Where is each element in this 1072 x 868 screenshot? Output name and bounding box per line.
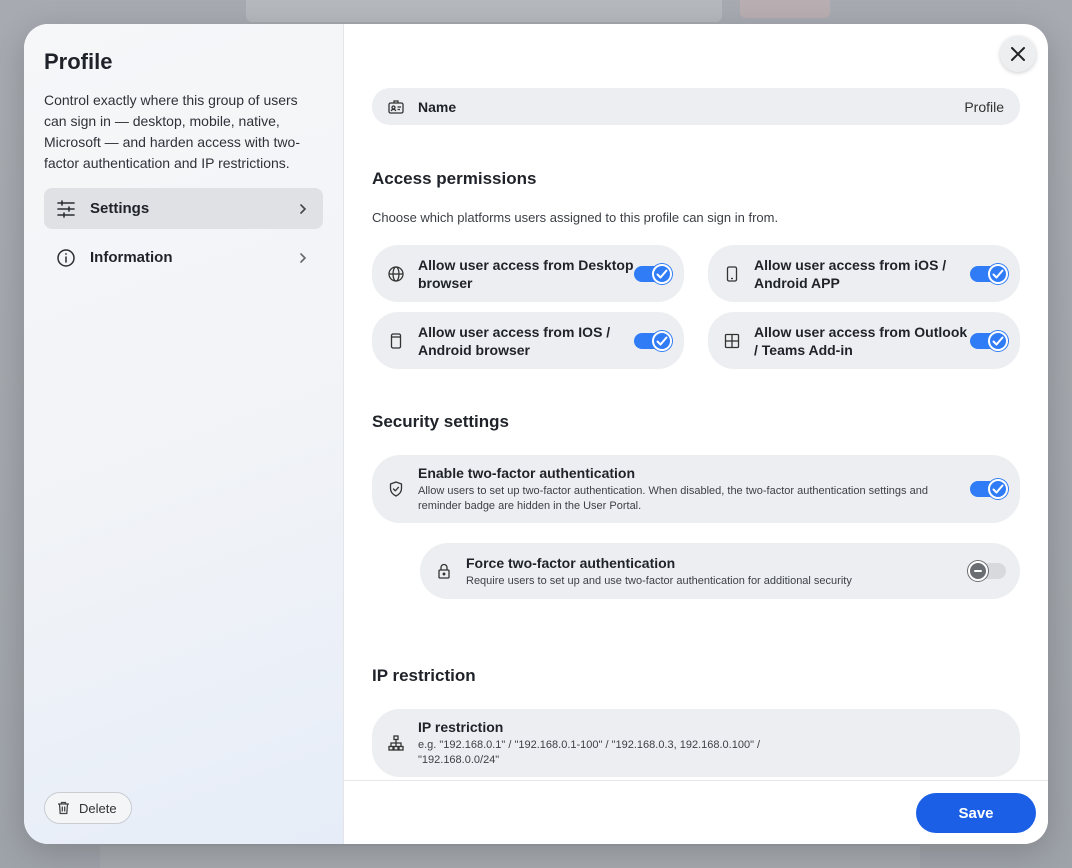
sidebar-item-label: Information [90, 249, 173, 266]
globe-icon [388, 265, 404, 282]
background-pill [740, 0, 830, 18]
permission-desktop-browser[interactable]: Allow user access from Desktop browser [372, 245, 684, 302]
profile-modal: Profile Control exactly where this group… [24, 24, 1048, 844]
id-card-icon [388, 99, 404, 115]
modal-footer: Save [344, 780, 1048, 844]
name-value: Profile [964, 98, 1004, 115]
permission-label: Allow user access from IOS / Android bro… [418, 323, 611, 358]
phone-icon [724, 265, 740, 282]
delete-button[interactable]: Delete [44, 792, 132, 824]
minus-icon [968, 561, 988, 581]
background-bottom-bar [100, 846, 920, 868]
check-icon [988, 330, 1008, 351]
two-factor-title: Enable two-factor authentication [418, 465, 636, 481]
permission-toggle[interactable] [970, 330, 1008, 351]
ip-restriction-row[interactable]: IP restriction e.g. "192.168.0.1" / "192… [372, 709, 1020, 777]
ip-restriction-hint: e.g. "192.168.0.1" / "192.168.0.1-100" /… [418, 739, 761, 766]
ip-restriction-title: IP restriction [372, 666, 476, 685]
sidebar-description: Control exactly where this group of user… [44, 92, 300, 171]
name-label: Name [418, 98, 457, 115]
force-two-factor-toggle[interactable] [968, 561, 1006, 581]
modal-main: Name Profile Access permissions Choose w… [344, 24, 1048, 844]
sidebar-title: Profile [44, 49, 113, 74]
lock-icon [436, 563, 452, 579]
sidebar-item-label: Settings [90, 200, 150, 217]
two-factor-row[interactable]: Enable two-factor authentication Allow u… [372, 455, 1020, 523]
access-permissions-description: Choose which platforms users assigned to… [372, 210, 779, 225]
check-icon [652, 263, 672, 284]
two-factor-text: Enable two-factor authentication Allow u… [418, 464, 970, 514]
permission-label: Allow user access from Desktop browser [418, 256, 634, 291]
name-row[interactable]: Name Profile [372, 88, 1020, 125]
trash-icon [57, 801, 71, 815]
ip-restriction-text: IP restriction e.g. "192.168.0.1" / "192… [418, 718, 1006, 768]
delete-button-label: Delete [79, 800, 117, 816]
permission-ios-android-browser[interactable]: Allow user access from IOS / Android bro… [372, 312, 684, 369]
permission-label: Allow user access from iOS / Android APP [754, 256, 947, 291]
phone-browser-icon [388, 332, 404, 349]
save-button[interactable]: Save [916, 793, 1036, 833]
access-permissions-grid: Allow user access from Desktop browser A… [372, 245, 1020, 369]
force-two-factor-text: Force two-factor authentication Require … [466, 554, 970, 589]
force-two-factor-row[interactable]: Force two-factor authentication Require … [420, 543, 1020, 599]
check-icon [652, 330, 672, 351]
check-icon [988, 479, 1008, 499]
access-permissions-title: Access permissions [372, 169, 537, 188]
force-two-factor-title: Force two-factor authentication [466, 554, 676, 571]
sidebar-item-information[interactable]: Information [44, 237, 323, 278]
background-search-bar [246, 0, 722, 22]
sidebar-item-settings[interactable]: Settings [44, 188, 323, 229]
security-settings-title: Security settings [372, 412, 509, 431]
permission-toggle[interactable] [634, 330, 672, 351]
permission-ios-android-app[interactable]: Allow user access from iOS / Android APP [708, 245, 1020, 302]
shield-check-icon [388, 481, 404, 497]
network-icon [388, 735, 404, 751]
chevron-right-icon [295, 250, 311, 266]
permission-outlook-teams[interactable]: Allow user access from Outlook / Teams A… [708, 312, 1020, 369]
permission-label: Allow user access from Outlook / Teams A… [754, 323, 968, 358]
sliders-icon [56, 199, 76, 219]
modal-sidebar: Profile Control exactly where this group… [24, 24, 344, 844]
two-factor-toggle[interactable] [970, 479, 1008, 499]
grid-icon [724, 333, 740, 349]
check-icon [988, 263, 1008, 284]
ip-restriction-row-title: IP restriction [418, 719, 504, 735]
settings-scroll-area[interactable]: Name Profile Access permissions Choose w… [344, 24, 1048, 780]
chevron-right-icon [295, 201, 311, 217]
permission-toggle[interactable] [634, 263, 672, 284]
force-two-factor-description: Require users to set up and use two-fact… [466, 574, 852, 587]
two-factor-description: Allow users to set up two-factor authent… [418, 485, 928, 512]
permission-toggle[interactable] [970, 263, 1008, 284]
info-icon [56, 248, 76, 268]
